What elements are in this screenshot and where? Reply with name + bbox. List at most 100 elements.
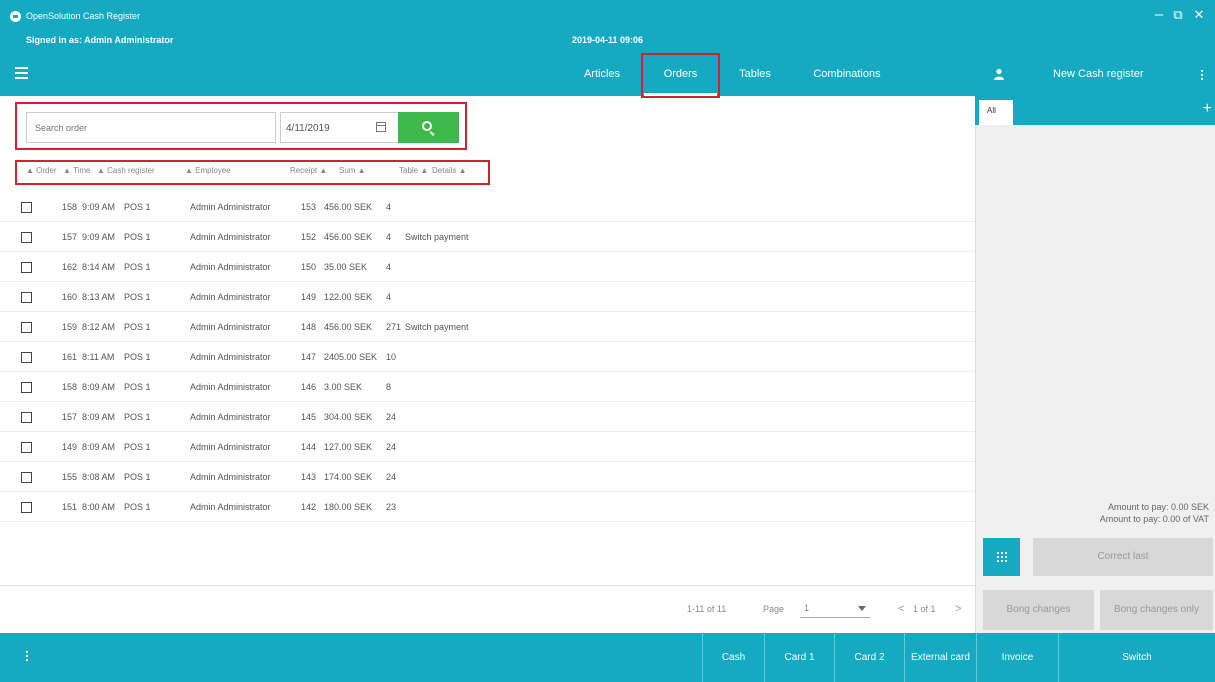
keypad-icon <box>996 551 1007 562</box>
row-checkbox[interactable] <box>21 442 32 453</box>
hamburger-menu-icon[interactable] <box>15 67 28 79</box>
row-checkbox[interactable] <box>21 352 32 363</box>
cell-register: POS 1 <box>124 202 151 212</box>
tab-tables[interactable]: Tables <box>727 53 783 96</box>
cell-table: 23 <box>386 502 397 512</box>
col-table[interactable]: Table ▲ <box>399 166 428 175</box>
cell-receipt: 145 <box>301 412 317 422</box>
cell-order: 158 <box>62 202 78 212</box>
col-details[interactable]: Details ▲ <box>432 166 467 175</box>
table-row[interactable]: 161 8:11 AM POS 1 Admin Administrator 14… <box>0 342 975 372</box>
cell-sum: 122.00 SEK <box>324 292 373 302</box>
col-sum[interactable]: Sum ▲ <box>339 166 366 175</box>
card-1-button[interactable]: Card 1 <box>764 633 834 682</box>
cell-table: 4 <box>386 262 392 272</box>
cell-employee: Admin Administrator <box>190 502 271 512</box>
user-icon[interactable] <box>993 68 1005 80</box>
tab-articles[interactable]: Articles <box>570 53 634 96</box>
current-datetime: 2019-04-11 09:06 <box>572 35 644 45</box>
calendar-icon[interactable] <box>376 122 386 132</box>
correct-last-button[interactable]: Correct last <box>1033 538 1213 576</box>
more-vertical-icon[interactable] <box>26 651 28 663</box>
cell-employee: Admin Administrator <box>190 382 271 392</box>
cell-receipt: 143 <box>301 472 317 482</box>
row-checkbox[interactable] <box>21 412 32 423</box>
tab-all[interactable]: All <box>979 100 1013 125</box>
cell-sum: 304.00 SEK <box>324 412 373 422</box>
cell-time: 8:09 AM <box>82 382 116 392</box>
cell-employee: Admin Administrator <box>190 472 271 482</box>
table-row[interactable]: 157 8:09 AM POS 1 Admin Administrator 14… <box>0 402 975 432</box>
cell-table: 4 <box>386 292 392 302</box>
close-button[interactable]: ✕ <box>1190 6 1208 24</box>
minimize-button[interactable]: – <box>1150 6 1168 24</box>
page-select-value: 1 <box>804 603 810 613</box>
register-tabs: All + <box>975 96 1215 125</box>
next-page-button[interactable]: > <box>955 603 961 615</box>
register-menu-icon[interactable] <box>1201 70 1203 82</box>
row-checkbox[interactable] <box>21 382 32 393</box>
table-row[interactable]: 155 8:08 AM POS 1 Admin Administrator 14… <box>0 462 975 492</box>
pagination: 1-11 of 11 Page 1 < 1 of 1 > <box>0 585 975 631</box>
col-receipt[interactable]: Receipt ▲ <box>290 166 327 175</box>
date-field[interactable]: 4/11/2019 <box>280 112 415 143</box>
col-time[interactable]: ▲ Time <box>63 166 90 175</box>
cell-register: POS 1 <box>124 262 151 272</box>
cell-order: 149 <box>62 442 78 452</box>
table-row[interactable]: 162 8:14 AM POS 1 Admin Administrator 15… <box>0 252 975 282</box>
table-row[interactable]: 151 8:00 AM POS 1 Admin Administrator 14… <box>0 492 975 522</box>
row-checkbox[interactable] <box>21 292 32 303</box>
table-row[interactable]: 158 8:09 AM POS 1 Admin Administrator 14… <box>0 372 975 402</box>
prev-page-button[interactable]: < <box>898 603 904 615</box>
keypad-button[interactable] <box>983 538 1020 576</box>
cash-button[interactable]: Cash <box>702 633 764 682</box>
external-card-button[interactable]: External card <box>904 633 976 682</box>
cell-register: POS 1 <box>124 352 151 362</box>
tab-combinations[interactable]: Combinations <box>800 53 894 96</box>
register-name[interactable]: New Cash register <box>1053 53 1143 96</box>
cell-receipt: 146 <box>301 382 317 392</box>
order-search-bar: 4/11/2019 <box>26 112 459 143</box>
cell-time: 8:00 AM <box>82 502 116 512</box>
main-nav: Articles Orders Tables Combinations <box>0 53 975 96</box>
cell-employee: Admin Administrator <box>190 262 271 272</box>
row-checkbox[interactable] <box>21 472 32 483</box>
col-order[interactable]: ▲ Order <box>26 166 57 175</box>
cell-table: 271 <box>386 322 402 332</box>
cell-table: 8 <box>386 382 392 392</box>
table-row[interactable]: 158 9:09 AM POS 1 Admin Administrator 15… <box>0 192 975 222</box>
cell-receipt: 144 <box>301 442 317 452</box>
bong-changes-only-button[interactable]: Bong changes only <box>1100 590 1213 630</box>
cell-employee: Admin Administrator <box>190 202 271 212</box>
add-tab-icon[interactable]: + <box>1203 101 1212 117</box>
col-employee[interactable]: ▲ Employee <box>185 166 231 175</box>
cell-register: POS 1 <box>124 322 151 332</box>
row-checkbox[interactable] <box>21 322 32 333</box>
row-checkbox[interactable] <box>21 502 32 513</box>
cell-time: 9:09 AM <box>82 202 116 212</box>
invoice-button[interactable]: Invoice <box>976 633 1058 682</box>
table-row[interactable]: 159 8:12 AM POS 1 Admin Administrator 14… <box>0 312 975 342</box>
col-cash-register[interactable]: ▲ Cash register <box>97 166 155 175</box>
restore-button[interactable]: ⧉ <box>1169 6 1187 24</box>
table-row[interactable]: 160 8:13 AM POS 1 Admin Administrator 14… <box>0 282 975 312</box>
row-checkbox[interactable] <box>21 232 32 243</box>
bong-changes-button[interactable]: Bong changes <box>983 590 1094 630</box>
search-input[interactable] <box>26 112 276 143</box>
row-checkbox[interactable] <box>21 262 32 273</box>
cell-order: 158 <box>62 382 78 392</box>
page-select[interactable]: 1 <box>800 598 870 618</box>
cell-employee: Admin Administrator <box>190 412 271 422</box>
row-checkbox[interactable] <box>21 202 32 213</box>
tab-orders[interactable]: Orders <box>644 53 717 96</box>
search-button[interactable] <box>398 112 459 143</box>
card-2-button[interactable]: Card 2 <box>834 633 904 682</box>
cell-order: 162 <box>62 262 78 272</box>
table-row[interactable]: 149 8:09 AM POS 1 Admin Administrator 14… <box>0 432 975 462</box>
cell-table: 24 <box>386 412 397 422</box>
cell-time: 8:08 AM <box>82 472 116 482</box>
payment-bar: Cash Card 1 Card 2 External card Invoice… <box>0 633 1215 682</box>
table-row[interactable]: 157 9:09 AM POS 1 Admin Administrator 15… <box>0 222 975 252</box>
cell-register: POS 1 <box>124 232 151 242</box>
switch-button[interactable]: Switch <box>1058 633 1215 682</box>
